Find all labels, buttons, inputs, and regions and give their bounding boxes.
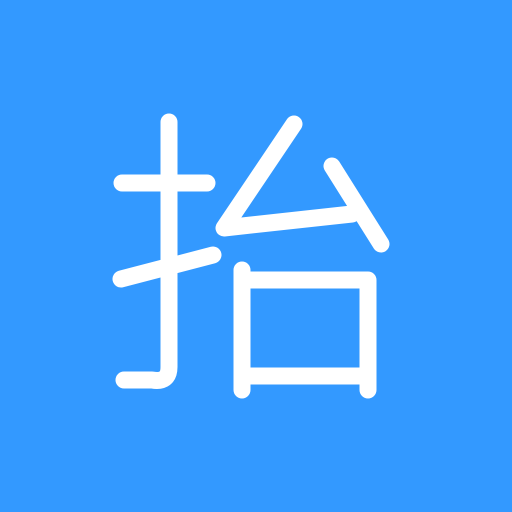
character-glyph xyxy=(0,0,512,512)
app-icon-tile: 抬 xyxy=(0,0,512,512)
icon-background xyxy=(0,0,512,512)
